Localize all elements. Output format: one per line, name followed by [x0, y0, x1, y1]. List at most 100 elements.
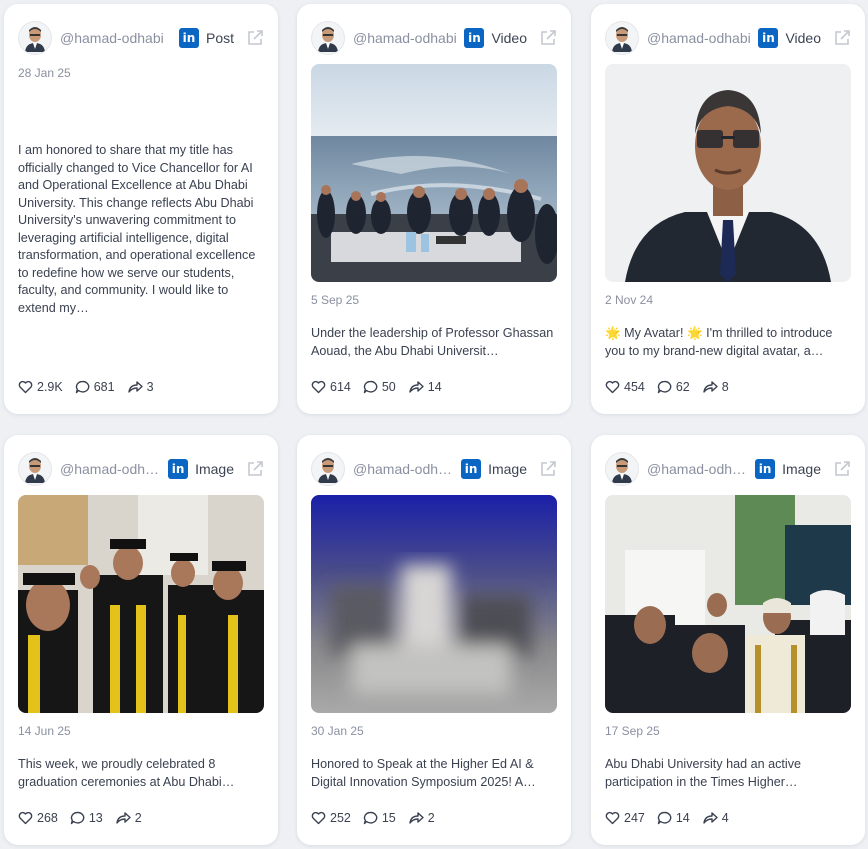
comments-stat: 62 — [657, 380, 690, 394]
linkedin-icon: in — [758, 28, 779, 48]
comment-icon — [657, 380, 672, 394]
post-card[interactable]: @hamad-odhabi in Image — [591, 435, 865, 845]
comment-icon — [657, 811, 672, 825]
post-grid: @hamad-odhabi in Post 28 Jan 25 I am hon… — [0, 0, 868, 849]
post-video-thumbnail[interactable] — [605, 64, 851, 282]
comment-icon — [363, 811, 378, 825]
engagement-stats: 454 62 8 — [605, 380, 741, 394]
likes-count: 252 — [330, 811, 351, 825]
post-card[interactable]: @hamad-odhabi in Image — [297, 435, 571, 845]
avatar[interactable] — [605, 21, 639, 55]
comment-icon — [70, 811, 85, 825]
post-type-label: Video — [785, 30, 821, 46]
post-card[interactable]: @hamad-odhabi in Image — [4, 435, 278, 845]
external-link-icon[interactable] — [539, 460, 557, 478]
comment-icon — [75, 380, 90, 394]
share-icon — [703, 812, 718, 824]
post-text[interactable]: I am honored to share that my title has … — [18, 142, 264, 318]
author-handle[interactable]: @hamad-odhabi — [60, 461, 162, 477]
comments-count: 62 — [675, 380, 690, 394]
comments-count: 50 — [381, 380, 396, 394]
engagement-stats: 247 14 4 — [605, 811, 741, 825]
likes-count: 268 — [37, 811, 58, 825]
post-date: 5 Sep 25 — [311, 293, 360, 307]
engagement-stats: 268 13 2 — [18, 811, 154, 825]
external-link-icon[interactable] — [833, 460, 851, 478]
shares-stat: 2 — [408, 811, 435, 825]
linkedin-icon: in — [178, 28, 199, 48]
card-header: @hamad-odhabi in Image — [605, 451, 851, 487]
author-handle[interactable]: @hamad-odhabi — [647, 30, 752, 46]
shares-stat: 2 — [115, 811, 142, 825]
shares-count: 2 — [427, 811, 435, 825]
comments-stat: 15 — [363, 811, 396, 825]
heart-icon — [18, 811, 33, 825]
post-image[interactable] — [18, 495, 264, 713]
likes-count: 247 — [624, 811, 645, 825]
comments-stat: 681 — [75, 380, 115, 394]
avatar[interactable] — [18, 452, 52, 486]
external-link-icon[interactable] — [246, 29, 264, 47]
avatar[interactable] — [18, 21, 52, 55]
author-handle[interactable]: @hamad-odhabi — [60, 30, 173, 46]
comments-count: 14 — [675, 811, 690, 825]
card-header: @hamad-odhabi in Video — [605, 20, 851, 56]
shares-stat: 14 — [408, 380, 442, 394]
comments-count: 13 — [88, 811, 103, 825]
post-date: 14 Jun 25 — [18, 724, 71, 738]
post-text[interactable]: Under the leadership of Professor Ghassa… — [311, 325, 557, 361]
external-link-icon[interactable] — [246, 460, 264, 478]
comments-stat: 14 — [657, 811, 690, 825]
card-header: @hamad-odhabi in Post — [18, 20, 264, 56]
post-text[interactable]: 🌟 My Avatar! 🌟 I'm thrilled to introduce… — [605, 325, 851, 361]
card-header: @hamad-odhabi in Image — [311, 451, 557, 487]
avatar[interactable] — [311, 452, 345, 486]
share-icon — [116, 812, 131, 824]
comments-stat: 50 — [363, 380, 396, 394]
engagement-stats: 2.9K 681 3 — [18, 380, 166, 394]
comments-count: 15 — [381, 811, 396, 825]
external-link-icon[interactable] — [833, 29, 851, 47]
likes-count: 454 — [624, 380, 645, 394]
post-text[interactable]: This week, we proudly celebrated 8 gradu… — [18, 756, 264, 792]
linkedin-icon: in — [464, 28, 485, 48]
heart-icon — [605, 811, 620, 825]
post-text[interactable]: Abu Dhabi University had an active parti… — [605, 756, 851, 792]
author-handle[interactable]: @hamad-odhabi — [353, 30, 458, 46]
card-header: @hamad-odhabi in Image — [18, 451, 264, 487]
post-image[interactable] — [311, 495, 557, 713]
post-date: 28 Jan 25 — [18, 66, 71, 80]
author-handle[interactable]: @hamad-odhabi — [647, 461, 749, 477]
shares-stat: 8 — [702, 380, 729, 394]
author-handle[interactable]: @hamad-odhabi — [353, 461, 455, 477]
heart-icon — [18, 380, 33, 394]
external-link-icon[interactable] — [539, 29, 557, 47]
share-icon — [409, 812, 424, 824]
post-text[interactable]: Honored to Speak at the Higher Ed AI & D… — [311, 756, 557, 792]
post-image[interactable] — [605, 495, 851, 713]
comments-stat: 13 — [70, 811, 103, 825]
post-card[interactable]: @hamad-odhabi in Video 5 Sep 25 Under th… — [297, 4, 571, 414]
shares-count: 14 — [427, 380, 442, 394]
post-date: 30 Jan 25 — [311, 724, 364, 738]
avatar[interactable] — [311, 21, 345, 55]
likes-stat: 2.9K — [18, 380, 63, 394]
likes-stat: 614 — [311, 380, 351, 394]
likes-stat: 252 — [311, 811, 351, 825]
post-type-label: Image — [488, 461, 527, 477]
post-card[interactable]: @hamad-odhabi in Video 2 Nov 24 🌟 My Ava… — [591, 4, 865, 414]
post-type-label: Post — [205, 30, 234, 46]
avatar[interactable] — [605, 452, 639, 486]
post-date: 17 Sep 25 — [605, 724, 660, 738]
heart-icon — [605, 380, 620, 394]
post-type-label: Video — [491, 30, 527, 46]
post-card[interactable]: @hamad-odhabi in Post 28 Jan 25 I am hon… — [4, 4, 278, 414]
post-date: 2 Nov 24 — [605, 293, 654, 307]
post-type-label: Image — [782, 461, 821, 477]
linkedin-icon: in — [168, 459, 189, 479]
comments-count: 681 — [93, 380, 115, 394]
shares-stat: 4 — [702, 811, 729, 825]
post-video-thumbnail[interactable] — [311, 64, 557, 282]
likes-count: 2.9K — [37, 380, 63, 394]
likes-count: 614 — [330, 380, 351, 394]
